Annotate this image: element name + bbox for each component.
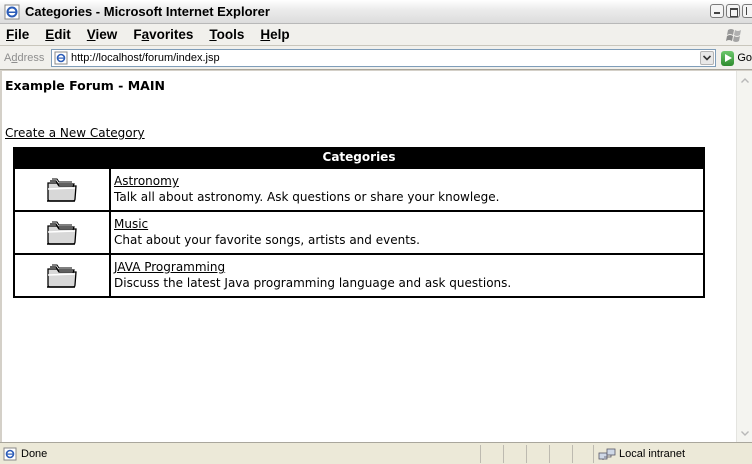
- scroll-up-button[interactable]: [738, 73, 752, 87]
- categories-table: Categories Astronomy Talk all about astr…: [13, 147, 705, 298]
- menu-help[interactable]: Help: [252, 27, 297, 42]
- folder-icon: [47, 221, 77, 245]
- page-title: Example Forum - MAIN: [5, 78, 165, 93]
- page-content: Example Forum - MAIN Create a New Catego…: [2, 71, 736, 442]
- category-cell: JAVA Programming Discuss the latest Java…: [111, 255, 703, 296]
- category-description: Chat about your favorite songs, artists …: [114, 233, 420, 247]
- minimize-button[interactable]: [710, 4, 724, 18]
- table-row: Music Chat about your favorite songs, ar…: [15, 210, 703, 253]
- create-category-link[interactable]: Create a New Category: [5, 126, 145, 140]
- address-dropdown-button[interactable]: [700, 51, 714, 65]
- table-body: Astronomy Talk all about astronomy. Ask …: [13, 167, 705, 298]
- status-text: Done: [21, 447, 48, 460]
- category-description: Talk all about astronomy. Ask questions …: [114, 190, 500, 204]
- close-button[interactable]: [742, 4, 752, 18]
- ie-page-icon: [54, 51, 68, 65]
- title-bar: Categories - Microsoft Internet Explorer: [0, 0, 752, 24]
- menu-tools[interactable]: Tools: [201, 27, 252, 42]
- chevron-down-icon: [703, 55, 711, 61]
- table-row: JAVA Programming Discuss the latest Java…: [15, 253, 703, 296]
- ie-page-icon: [3, 447, 17, 460]
- folder-icon: [47, 178, 77, 202]
- go-button[interactable]: Go: [721, 49, 752, 67]
- window-controls: [710, 4, 752, 18]
- go-arrow-icon: [721, 50, 735, 66]
- security-zone: Local intranet: [593, 445, 748, 463]
- icon-cell: [15, 255, 111, 296]
- chevron-down-icon: [741, 430, 749, 436]
- category-cell: Music Chat about your favorite songs, ar…: [111, 212, 703, 253]
- windows-flag-icon: [726, 29, 741, 42]
- category-cell: Astronomy Talk all about astronomy. Ask …: [111, 169, 703, 210]
- status-bar: Done Local intranet: [0, 442, 752, 464]
- chevron-up-icon: [741, 77, 749, 83]
- menu-view[interactable]: View: [79, 27, 126, 42]
- table-header: Categories: [13, 147, 705, 167]
- menu-edit[interactable]: Edit: [37, 27, 79, 42]
- category-link-astronomy[interactable]: Astronomy: [114, 173, 703, 189]
- maximize-button[interactable]: [726, 4, 740, 18]
- local-intranet-icon: [598, 448, 616, 460]
- menu-favorites[interactable]: Favorites: [125, 27, 201, 42]
- address-input[interactable]: http://localhost/forum/index.jsp: [51, 49, 716, 67]
- address-url: http://localhost/forum/index.jsp: [71, 52, 220, 64]
- scroll-down-button[interactable]: [738, 426, 752, 440]
- category-link-java-programming[interactable]: JAVA Programming: [114, 259, 703, 275]
- ie-page-icon: [4, 4, 20, 19]
- icon-cell: [15, 212, 111, 253]
- window-title: Categories - Microsoft Internet Explorer: [25, 4, 270, 19]
- icon-cell: [15, 169, 111, 210]
- vertical-scrollbar[interactable]: [736, 71, 752, 442]
- category-description: Discuss the latest Java programming lang…: [114, 276, 512, 290]
- category-link-music[interactable]: Music: [114, 216, 703, 232]
- address-label: Address: [4, 51, 45, 64]
- address-bar: Address http://localhost/forum/index.jsp…: [0, 46, 752, 70]
- table-row: Astronomy Talk all about astronomy. Ask …: [15, 167, 703, 210]
- zone-label: Local intranet: [619, 448, 686, 460]
- folder-icon: [47, 264, 77, 288]
- menu-bar: File Edit View Favorites Tools Help: [0, 24, 752, 46]
- status-panels: [480, 445, 595, 463]
- go-label: Go: [737, 52, 752, 64]
- menu-file[interactable]: File: [0, 27, 37, 42]
